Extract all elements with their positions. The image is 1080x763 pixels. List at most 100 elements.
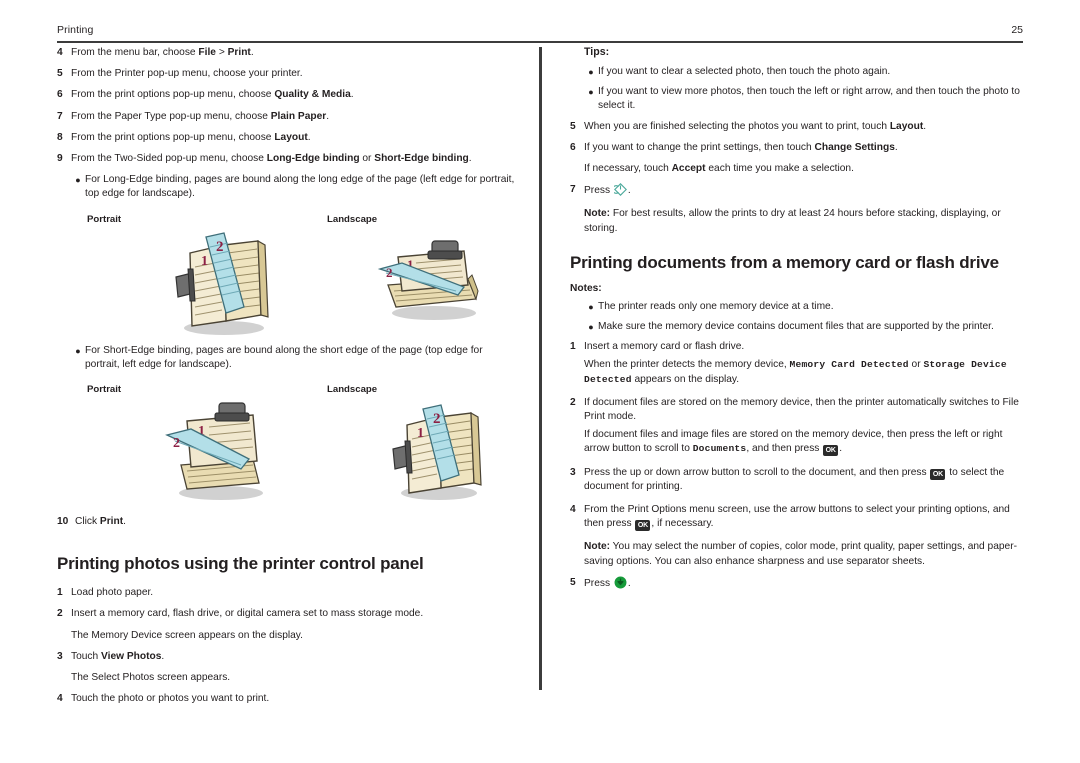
- step-text: Touch View Photos.: [71, 650, 519, 664]
- figure-short-edge-landscape: 1 2: [377, 399, 495, 509]
- text-run: Memory Card Detected: [789, 359, 909, 371]
- text-run: If necessary, touch: [584, 163, 672, 175]
- list-item: 8 From the print options pop-up menu, cho…: [57, 131, 519, 145]
- step-text: From the Two-Sided pop-up menu, choose L…: [71, 152, 519, 166]
- step-number: 3: [570, 466, 576, 478]
- bullet-text: The printer reads only one memory device…: [598, 300, 834, 312]
- text-run: Plain Paper: [270, 110, 327, 122]
- step-number: 5: [570, 576, 576, 588]
- step-number: 9: [57, 153, 63, 165]
- ok-button-icon[interactable]: OK: [635, 520, 651, 532]
- step-number: 4: [57, 693, 63, 705]
- power-start-diamond-icon[interactable]: [613, 183, 627, 197]
- bullet-dot-icon: ●: [588, 67, 594, 77]
- tips-label: Tips:: [584, 46, 610, 58]
- step-1-insert-media: 1 Insert a memory card or flash drive.: [570, 340, 1023, 354]
- ok-button-icon[interactable]: OK: [930, 468, 946, 480]
- note-photo-drying: Note: For best results, allow the prints…: [584, 207, 1023, 235]
- step-number: 7: [570, 184, 576, 196]
- photo-steps-list: 1 Load photo paper. 2 Insert a memory card,…: [57, 586, 519, 706]
- step-7-press-power: 7 Press .: [570, 183, 1023, 198]
- caption-landscape: Landscape: [327, 213, 378, 225]
- text-run: When the printer detects the memory devi…: [584, 359, 790, 371]
- list-item: ● If you want to clear a selected photo, …: [584, 65, 1023, 79]
- step-text: Touch the photo or photos you want to pr…: [71, 692, 519, 706]
- bullet-dot-icon: ●: [75, 345, 81, 356]
- step-text: Press .: [584, 576, 1023, 591]
- text-run: Short-Edge binding: [374, 153, 469, 165]
- text-run: Change Settings: [814, 141, 895, 153]
- list-item: ● The printer reads only one memory devic…: [584, 300, 1023, 314]
- list-item: 5 When you are finished selecting the pho…: [570, 120, 1023, 134]
- step-text: Insert a memory card or flash drive.: [584, 341, 745, 353]
- text-run: .: [250, 47, 254, 58]
- text-run: From the Printer pop-up menu, choose you…: [71, 68, 303, 80]
- figure-long-edge-portrait: 1 2: [162, 229, 282, 344]
- step-text: Click Print.: [75, 515, 519, 529]
- note-text: For best results, allow the prints to dr…: [584, 208, 1001, 234]
- caption-portrait: Portrait: [87, 213, 122, 225]
- text-run: Print: [99, 516, 124, 528]
- header-rule: [57, 41, 1023, 43]
- list-item: 4 Touch the photo or photos you want to p…: [57, 692, 519, 706]
- heading-printing-photos: Printing photos using the printer contro…: [57, 554, 424, 574]
- text-run: .: [468, 153, 472, 165]
- svg-text:1: 1: [417, 426, 424, 441]
- step-4-print-options: 4 From the Print Options menu screen, us…: [570, 503, 1023, 532]
- column-divider: [539, 47, 542, 690]
- text-run: .: [123, 516, 126, 528]
- notes-list: ● The printer reads only one memory devic…: [584, 300, 1023, 334]
- step-text: From the Printer pop-up menu, choose you…: [71, 67, 519, 81]
- text-run: File: [198, 47, 216, 58]
- text-run: Touch the photo or photos you want to pr…: [71, 693, 270, 705]
- page-header: Printing 25: [57, 24, 1023, 46]
- svg-text:2: 2: [386, 265, 393, 280]
- text-run: From the print options pop-up menu, choo…: [71, 89, 275, 101]
- mac-print-steps-list: 4 From the menu bar, choose File > Print.…: [57, 46, 519, 166]
- note-label: Note:: [584, 208, 611, 220]
- long-edge-bullet-text: For Long-Edge binding, pages are bound a…: [85, 174, 515, 200]
- step-text: From the print options pop-up menu, choo…: [71, 88, 519, 102]
- bullet-dot-icon: ●: [588, 322, 594, 333]
- list-item: ● For Short-Edge binding, pages are boun…: [71, 344, 519, 372]
- text-run: each time you make a selection.: [705, 163, 854, 175]
- green-start-button-icon[interactable]: [614, 576, 627, 589]
- left-column: 4 From the menu bar, choose File > Print.…: [57, 46, 519, 713]
- step-text: From the Paper Type pop-up menu, choose …: [71, 110, 519, 124]
- list-item: ● Make sure the memory device contains do…: [584, 320, 1023, 334]
- text-run: , if necessary.: [651, 518, 714, 530]
- ok-button-icon[interactable]: OK: [823, 445, 839, 457]
- step-text: When you are finished selecting the phot…: [584, 120, 1023, 134]
- press-label: Press: [584, 185, 611, 197]
- figure-long-edge-landscape: 1 2: [372, 229, 492, 334]
- bullet-dot-icon: ●: [588, 87, 594, 98]
- step-number: 2: [57, 608, 63, 620]
- svg-text:2: 2: [433, 411, 441, 427]
- step-number: 7: [57, 110, 63, 122]
- step-1-followup-text: When the printer detects the memory devi…: [584, 358, 1023, 386]
- list-item: ● If you want to view more photos, then t…: [584, 85, 1023, 113]
- list-item: 2 Insert a memory card, flash drive, or d…: [57, 607, 519, 621]
- list-item: ● For Long-Edge binding, pages are bound…: [71, 173, 519, 201]
- text-run: , and then press: [746, 443, 823, 455]
- bullet-text: If you want to view more photos, then to…: [598, 86, 1020, 112]
- step-number: 3: [57, 650, 63, 662]
- text-run: appears on the display.: [631, 373, 740, 385]
- list-item: 6 If you want to change the print setting…: [570, 141, 1023, 155]
- orientation-caption-row-short-edge: Portrait Landscape: [57, 384, 519, 399]
- header-chapter-title: Printing: [57, 24, 94, 36]
- bullet-dot-icon: ●: [75, 175, 81, 186]
- svg-text:2: 2: [173, 436, 180, 451]
- bullet-dot-icon: ●: [588, 301, 594, 312]
- step-number: 4: [57, 47, 63, 58]
- step-3-scroll-document: 3 Press the up or down arrow button to s…: [570, 466, 1023, 494]
- list-item: 5 From the Printer pop-up menu, choose yo…: [57, 67, 519, 81]
- list-item: 6 From the print options pop-up menu, cho…: [57, 88, 519, 102]
- step-2-file-print-mode: 2 If document files are stored on the me…: [570, 396, 1023, 424]
- heading-printing-documents: Printing documents from a memory card or…: [570, 252, 999, 272]
- step-2-followup-text: If document files and image files are st…: [584, 428, 1023, 457]
- text-run: Accept: [671, 163, 706, 175]
- text-run: If you want to change the print settings…: [584, 141, 815, 153]
- step-number: 8: [57, 131, 63, 143]
- text-run: Load photo paper.: [71, 587, 154, 599]
